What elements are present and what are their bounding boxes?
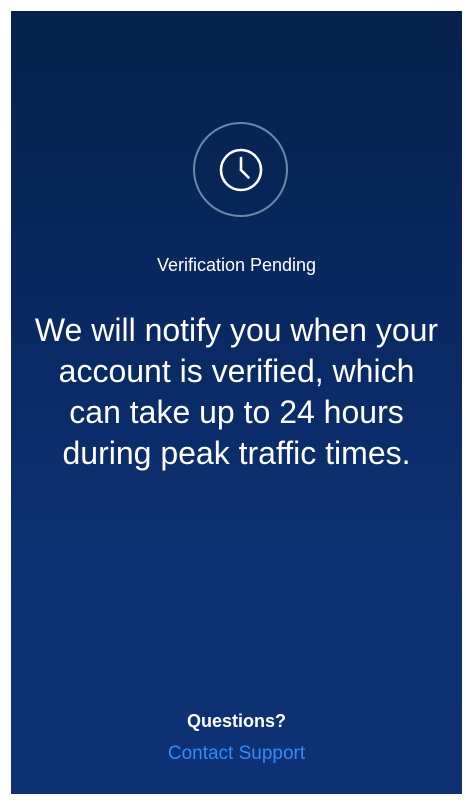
verification-status-title: Verification Pending	[156, 255, 317, 275]
clock-icon	[219, 148, 262, 191]
questions-label: Questions?	[186, 711, 286, 731]
status-ring	[193, 122, 288, 217]
verification-message: We will notify you when your account is …	[34, 312, 439, 471]
contact-support-link[interactable]: Contact Support	[11, 742, 462, 766]
verification-screen: Verification Pending We will notify you …	[11, 11, 462, 794]
contact-support-link-label: Contact Support	[167, 743, 306, 764]
